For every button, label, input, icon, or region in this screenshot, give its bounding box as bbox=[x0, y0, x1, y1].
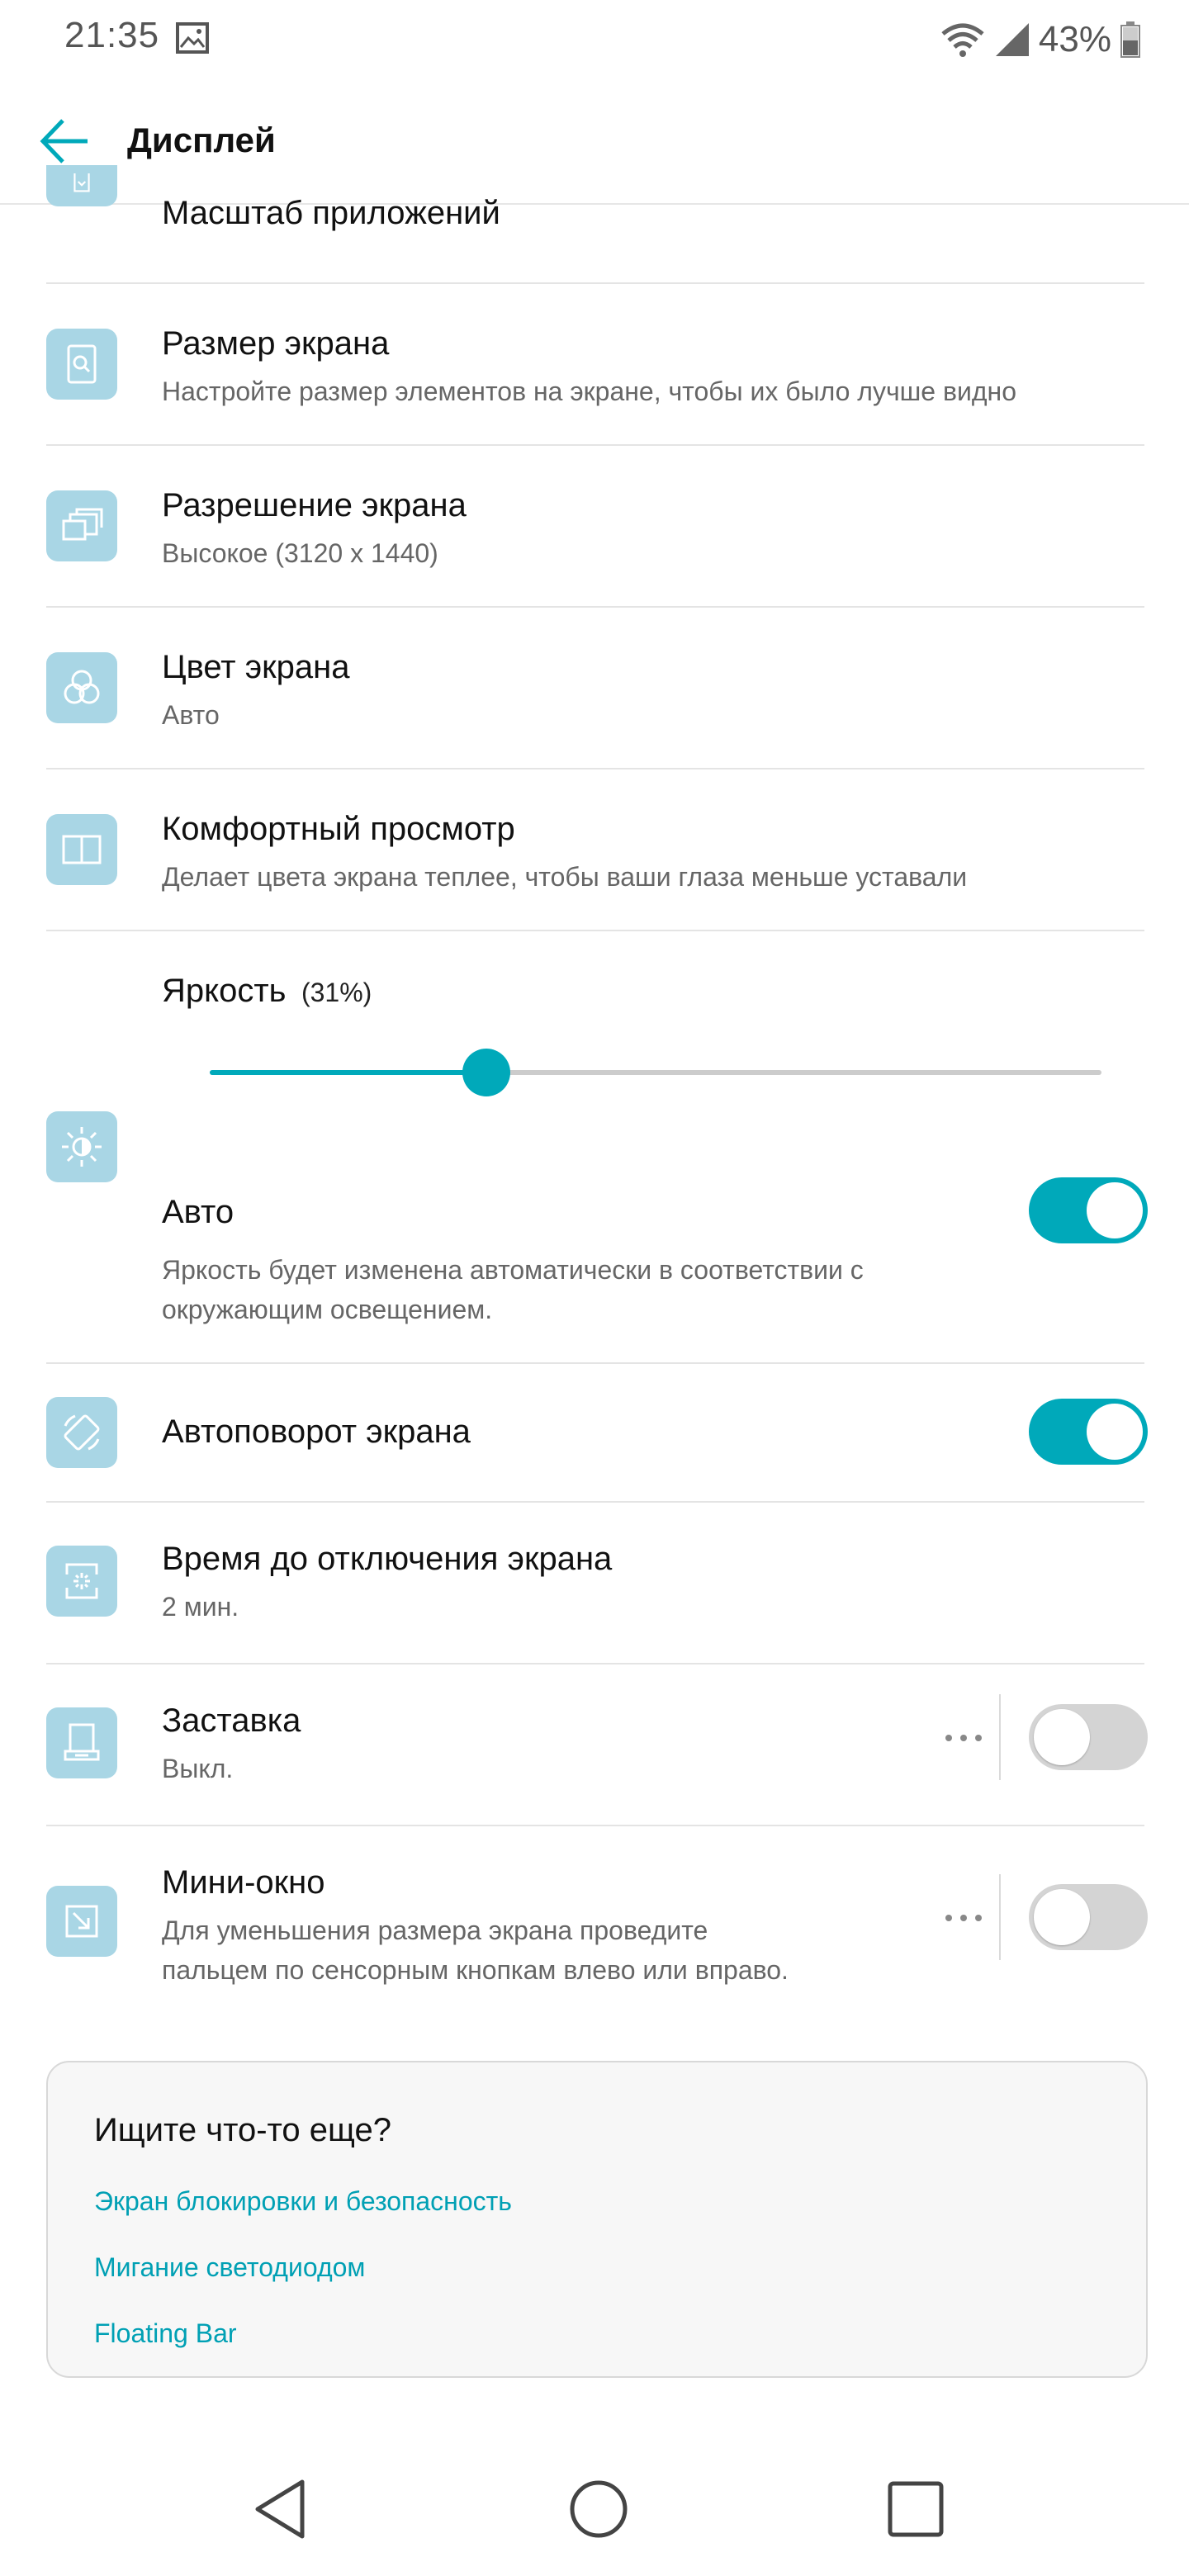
mini-window-icon bbox=[46, 1886, 117, 1957]
vertical-separator bbox=[999, 1694, 1001, 1780]
signal-icon bbox=[995, 23, 1029, 56]
settings-item-subtitle: 2 мин. bbox=[162, 1592, 239, 1622]
color-circles-icon bbox=[46, 652, 117, 723]
settings-item-title: Комфортный просмотр bbox=[162, 811, 515, 847]
brightness-value: (31%) bbox=[301, 978, 372, 1007]
page-title: Дисплей bbox=[127, 121, 276, 159]
divider bbox=[46, 606, 1144, 608]
toggle-knob bbox=[1034, 1709, 1090, 1765]
resolution-icon bbox=[46, 490, 117, 561]
vertical-separator bbox=[999, 1874, 1001, 1960]
nav-recents-icon[interactable] bbox=[879, 2472, 953, 2546]
settings-item-title: Автоповорот экрана bbox=[162, 1413, 471, 1450]
app-scale-icon bbox=[46, 165, 117, 206]
screensaver-icon bbox=[46, 1707, 117, 1778]
suggestion-link-floating-bar[interactable]: Floating Bar bbox=[94, 2318, 237, 2349]
toggle-knob bbox=[1034, 1889, 1090, 1945]
settings-item-subtitle: Настройте размер элементов на экране, чт… bbox=[162, 376, 1016, 406]
battery-icon bbox=[1120, 21, 1140, 58]
divider bbox=[46, 1825, 1144, 1826]
nav-home-icon[interactable] bbox=[561, 2472, 636, 2546]
suggestions-card: Ищите что-то еще? Экран блокировки и без… bbox=[46, 2061, 1148, 2378]
gallery-notification-icon bbox=[176, 22, 209, 54]
auto-brightness-desc-line2: окружающим освещением. bbox=[162, 1295, 493, 1324]
brightness-icon bbox=[46, 1111, 117, 1182]
brightness-label: Яркость (31%) bbox=[162, 973, 372, 1010]
auto-brightness-desc-line1: Яркость будет изменена автоматически в с… bbox=[162, 1255, 864, 1285]
screen-size-icon bbox=[46, 329, 117, 400]
battery-percent: 43% bbox=[1038, 19, 1111, 59]
settings-item-title: Время до отключения экрана bbox=[162, 1541, 613, 1577]
settings-item-subtitle: Авто bbox=[162, 700, 220, 730]
settings-item-title: Масштаб приложений bbox=[162, 195, 500, 231]
rotate-icon bbox=[46, 1397, 117, 1468]
status-time: 21:35 bbox=[64, 15, 160, 55]
brightness-slider-fill bbox=[210, 1070, 486, 1075]
settings-item-title: Мини-окно bbox=[162, 1864, 325, 1901]
divider bbox=[46, 444, 1144, 446]
settings-item-subtitle-line1: Для уменьшения размера экрана проведите bbox=[162, 1915, 708, 1945]
divider bbox=[46, 1501, 1144, 1503]
back-arrow-icon[interactable] bbox=[36, 112, 94, 170]
nav-back-icon[interactable] bbox=[244, 2472, 319, 2546]
settings-item-title: Разрешение экрана bbox=[162, 487, 467, 523]
suggestion-link-lock-screen[interactable]: Экран блокировки и безопасность bbox=[94, 2186, 512, 2217]
autorotate-toggle[interactable] bbox=[1029, 1399, 1148, 1465]
auto-brightness-toggle[interactable] bbox=[1029, 1177, 1148, 1243]
screensaver-toggle[interactable] bbox=[1029, 1704, 1148, 1770]
suggestions-title: Ищите что-то еще? bbox=[94, 2112, 391, 2148]
brightness-title: Яркость bbox=[162, 973, 287, 1009]
settings-item-title: Заставка bbox=[162, 1702, 301, 1739]
status-bar: 21:35 43% bbox=[0, 0, 1189, 79]
suggestion-link-led-blink[interactable]: Мигание светодиодом bbox=[94, 2252, 365, 2283]
brightness-slider-thumb[interactable] bbox=[462, 1049, 510, 1096]
auto-brightness-title: Авто bbox=[162, 1194, 234, 1230]
divider bbox=[46, 768, 1144, 769]
app-bar: Дисплей bbox=[0, 79, 1189, 205]
navigation-bar bbox=[0, 2427, 1189, 2576]
book-icon bbox=[46, 814, 117, 885]
settings-item-subtitle: Высокое (3120 x 1440) bbox=[162, 538, 438, 568]
settings-item-title: Размер экрана bbox=[162, 325, 390, 362]
more-options-icon[interactable] bbox=[943, 1726, 984, 1750]
divider bbox=[46, 1362, 1144, 1364]
mini-window-toggle[interactable] bbox=[1029, 1884, 1148, 1950]
more-options-icon[interactable] bbox=[943, 1906, 984, 1930]
divider bbox=[46, 1663, 1144, 1664]
divider bbox=[46, 930, 1144, 931]
settings-item-subtitle: Делает цвета экрана теплее, чтобы ваши г… bbox=[162, 862, 968, 892]
divider bbox=[46, 282, 1144, 284]
toggle-knob bbox=[1087, 1182, 1143, 1238]
settings-item-subtitle: Выкл. bbox=[162, 1754, 234, 1783]
status-indicators: 43% bbox=[940, 17, 1141, 63]
wifi-icon bbox=[941, 23, 984, 57]
settings-item-title: Цвет экрана bbox=[162, 649, 350, 685]
timeout-icon bbox=[46, 1546, 117, 1617]
toggle-knob bbox=[1087, 1404, 1143, 1460]
settings-item-subtitle-line2: пальцем по сенсорным кнопкам влево или в… bbox=[162, 1955, 789, 1985]
